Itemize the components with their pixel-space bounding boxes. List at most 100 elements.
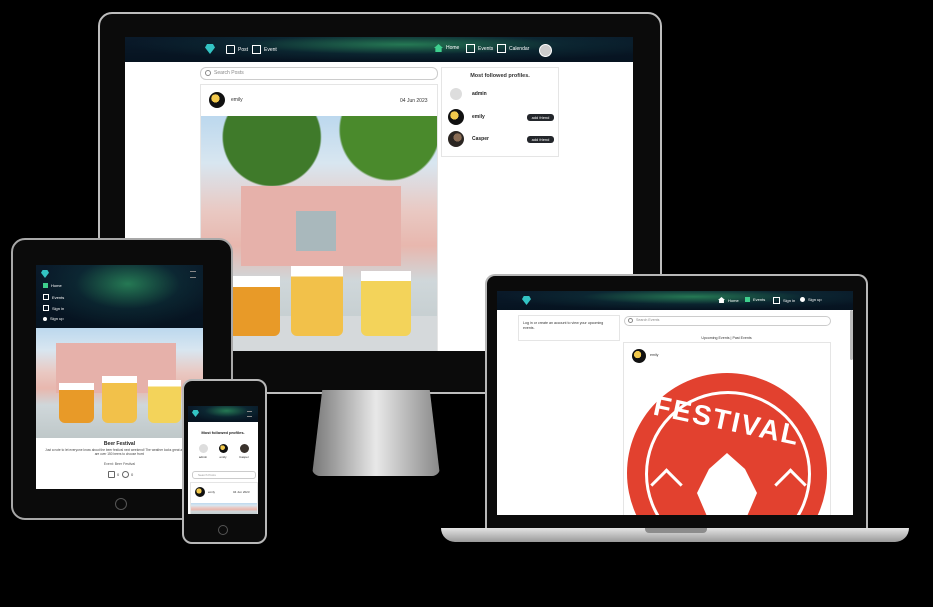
- comment-button[interactable]: 0: [122, 471, 133, 478]
- avatar: [632, 349, 646, 363]
- phone-navbar: [188, 406, 258, 422]
- tablet-menu: Home Events Sign in Sign up: [36, 265, 203, 328]
- calendar-icon: [43, 294, 49, 300]
- add-friend-button[interactable]: add friend: [527, 136, 554, 143]
- diamond-icon[interactable]: [192, 410, 199, 417]
- post-date: 04 Jun 2023: [233, 490, 250, 494]
- user-plus-icon: [43, 316, 47, 321]
- scrollbar[interactable]: [850, 310, 853, 360]
- add-friend-button[interactable]: add friend: [527, 114, 554, 121]
- profile-name[interactable]: admin: [472, 91, 487, 97]
- thumbs-up-icon: [108, 471, 115, 478]
- navbar: Post Event Home Events Calendar: [125, 37, 633, 62]
- post-username[interactable]: emily: [650, 353, 658, 357]
- profile-name: Casper: [239, 455, 249, 459]
- nav-home-label: Home: [728, 297, 739, 303]
- profiles-title: Most followed profiles.: [470, 73, 530, 79]
- calendar-grid-icon: [497, 44, 506, 53]
- profile-row-admin[interactable]: admin: [448, 87, 552, 101]
- login-notice: Log in or create an account to view your…: [523, 321, 604, 330]
- profiles-card: Most followed profiles. admin emily add …: [441, 67, 559, 157]
- nav-events[interactable]: Events: [466, 44, 493, 53]
- nav-signup-label: Sign up: [808, 297, 822, 302]
- post-image: [36, 328, 203, 438]
- profile-name: emily: [219, 455, 227, 459]
- post-username[interactable]: emily: [231, 97, 243, 103]
- search-placeholder: Search Posts: [198, 473, 216, 477]
- user-avatar[interactable]: [539, 44, 552, 57]
- like-button[interactable]: 0: [108, 471, 119, 478]
- post-image: [201, 116, 437, 351]
- avatar: [448, 131, 464, 147]
- nav-home[interactable]: Home: [434, 44, 459, 52]
- profile-name[interactable]: Casper: [472, 136, 489, 142]
- post-card[interactable]: emily 04 Jun 2023: [190, 482, 258, 514]
- menu-item-events[interactable]: Events: [43, 294, 64, 300]
- sign-in-icon: [43, 305, 49, 311]
- event-card[interactable]: emily FESTIVAL: [623, 342, 831, 515]
- post-card[interactable]: emily 04 Jun 2023: [200, 84, 438, 351]
- laptop-notch: [645, 528, 707, 533]
- phone-home-button: [218, 525, 228, 535]
- nav-signup[interactable]: Sign up: [800, 297, 822, 302]
- sign-in-icon: [773, 297, 780, 304]
- nav-events-label: Events: [753, 297, 766, 302]
- avatar: [239, 444, 249, 453]
- calendar-plus-icon: [252, 45, 261, 54]
- nav-event-label: Event: [264, 46, 277, 53]
- post-date: 04 Jun 2023: [400, 98, 428, 104]
- search-input[interactable]: Search Events: [624, 316, 831, 326]
- search-input[interactable]: Search Posts: [192, 471, 256, 479]
- nav-home[interactable]: Home: [718, 297, 739, 303]
- nav-events[interactable]: Events: [745, 297, 765, 302]
- event-tabs[interactable]: Upcoming Events | Past Events: [624, 336, 829, 340]
- comment-count: 0: [131, 472, 134, 477]
- diamond-icon[interactable]: [522, 296, 531, 305]
- beer-glass-2: [291, 266, 343, 336]
- profile-casper[interactable]: Casper: [237, 444, 251, 459]
- nav-post[interactable]: Post: [226, 45, 248, 54]
- post-image: [191, 503, 257, 514]
- post-username[interactable]: emily: [208, 490, 215, 494]
- nav-post-label: Post: [238, 46, 249, 53]
- event-link[interactable]: Event: Beer Festival: [36, 462, 203, 466]
- nav-event[interactable]: Event: [252, 45, 277, 54]
- window: [296, 211, 336, 251]
- search-icon: [205, 70, 211, 76]
- nav-signin[interactable]: Sign in: [773, 297, 795, 304]
- diamond-icon[interactable]: [205, 44, 215, 54]
- navbar: Home Events Sign in Sign up: [497, 291, 853, 310]
- login-notice-card: Log in or create an account to view your…: [518, 315, 620, 341]
- avatar: [218, 444, 228, 453]
- profile-row-casper[interactable]: Casper add friend: [448, 131, 554, 147]
- nav-signin-label: Sign in: [783, 298, 796, 303]
- diamond-icon[interactable]: [41, 270, 49, 278]
- avatar[interactable]: [209, 92, 225, 108]
- profile-admin[interactable]: admin: [197, 444, 209, 459]
- like-count: 0: [117, 472, 120, 477]
- beer-glass-1: [59, 383, 94, 423]
- profile-emily[interactable]: emily: [217, 444, 229, 459]
- home-icon: [434, 44, 443, 52]
- beer-glass-1: [228, 276, 280, 336]
- post-title: Beer Festival: [103, 441, 136, 447]
- menu-item-signup[interactable]: Sign up: [43, 316, 64, 321]
- profile-name[interactable]: emily: [472, 114, 485, 120]
- menu-item-home[interactable]: Home: [43, 283, 62, 288]
- menu-label: Home: [51, 283, 62, 288]
- nav-events-label: Events: [478, 45, 494, 52]
- nav-calendar[interactable]: Calendar: [497, 44, 529, 53]
- avatar: [195, 487, 205, 497]
- search-input[interactable]: Search Posts: [200, 67, 438, 80]
- hamburger-icon[interactable]: [190, 271, 196, 278]
- calendar-icon: [745, 297, 750, 302]
- hamburger-icon[interactable]: [247, 411, 252, 417]
- post-text: Just a note to let everyone know about t…: [45, 448, 194, 456]
- profile-row-emily[interactable]: emily add friend: [448, 109, 554, 125]
- default-avatar-icon: [198, 444, 208, 453]
- search-placeholder: Search Posts: [214, 70, 244, 76]
- beer-glass-3: [148, 380, 181, 423]
- menu-item-signin[interactable]: Sign in: [43, 305, 64, 311]
- comment-icon: [122, 471, 129, 478]
- profiles-title: Most followed profiles.: [201, 430, 245, 435]
